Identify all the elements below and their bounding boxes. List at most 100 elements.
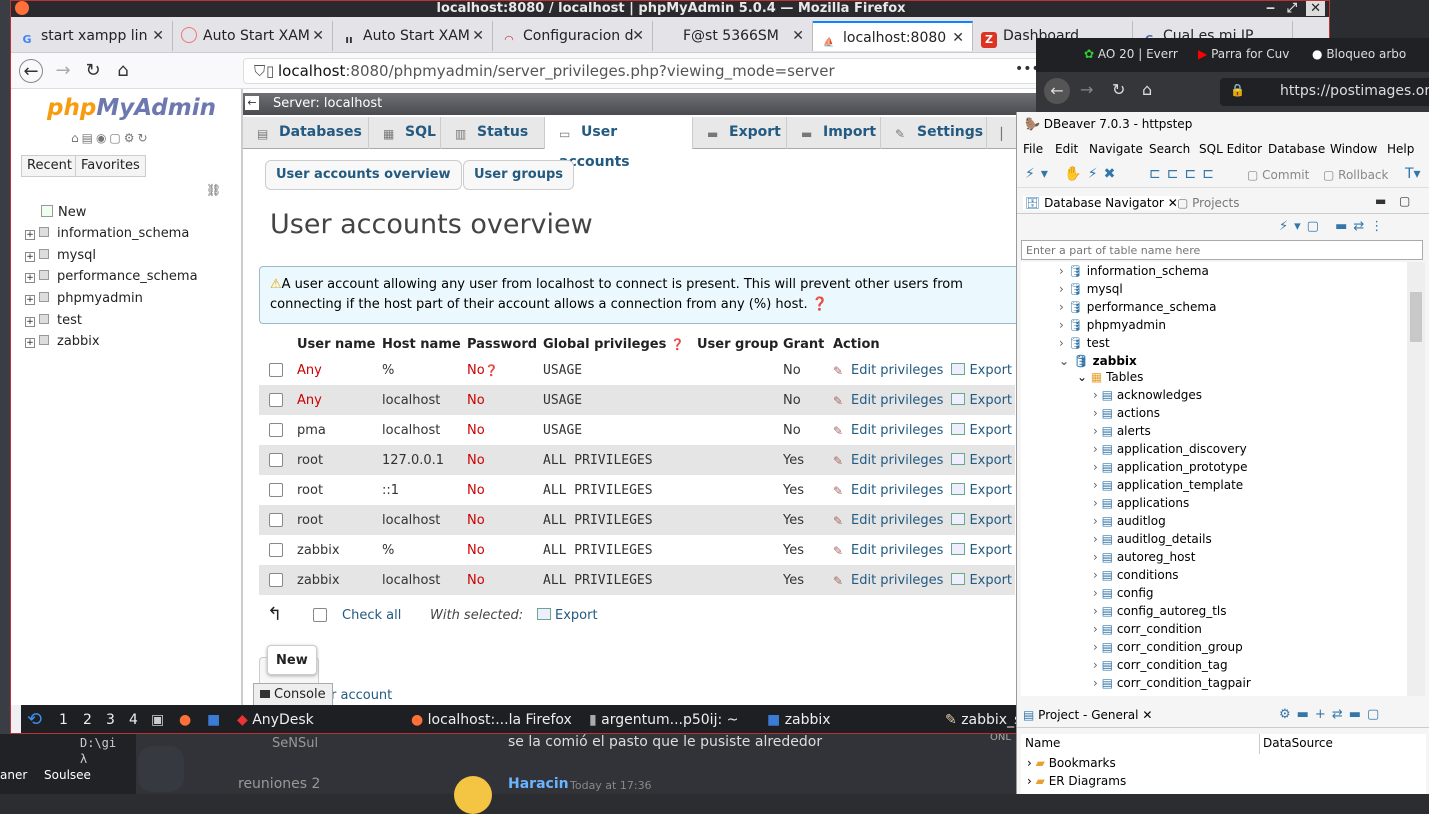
db-information-schema[interactable]: + information_schema: [25, 226, 189, 241]
expand-icon[interactable]: ›: [1093, 424, 1098, 438]
db-test[interactable]: + test: [25, 313, 82, 328]
table-alerts[interactable]: › ▤ alerts: [1093, 424, 1151, 438]
tables-folder[interactable]: ⌄ ▦ Tables: [1077, 370, 1143, 384]
add-user-account-link[interactable]: er account: [323, 688, 392, 703]
project-actions-icons[interactable]: ⚙▬+⇄▬▢: [1279, 707, 1385, 722]
table-auditlog-details[interactable]: › ▤ auditlog_details: [1093, 532, 1212, 546]
chrome-tab-ao20[interactable]: ✿ AO 20 | Everr: [1084, 47, 1178, 61]
table-corr-condition-tag[interactable]: › ▤ corr_condition_tag: [1093, 658, 1228, 672]
row-checkbox[interactable]: [269, 423, 283, 437]
folder-icon[interactable]: [138, 746, 184, 792]
export-user-link[interactable]: Export: [943, 572, 1012, 588]
maximize-icon[interactable]: ⤢: [1287, 1, 1297, 16]
expand-icon[interactable]: +: [25, 295, 35, 305]
edit-privileges-link[interactable]: ✎ Edit privileges: [833, 573, 943, 588]
taskbar-zabbix-file[interactable]: ✎ zabbix_s: [945, 705, 1021, 733]
expand-icon[interactable]: ›: [1093, 586, 1098, 600]
folder-launcher-icon[interactable]: ■: [207, 705, 220, 733]
row-checkbox[interactable]: [269, 483, 283, 497]
expand-icon[interactable]: +: [25, 230, 35, 240]
favorites-button[interactable]: Favorites: [75, 155, 146, 177]
table-auditlog[interactable]: › ▤ auditlog: [1093, 514, 1166, 528]
col-datasource[interactable]: DataSource: [1263, 736, 1333, 750]
edit-privileges-link[interactable]: ✎ Edit privileges: [833, 543, 943, 558]
taskbar-terminal[interactable]: ▮ argentum...p50ij: ~: [589, 705, 738, 733]
expand-icon[interactable]: ›: [1093, 442, 1098, 456]
schema-performance-schema[interactable]: › 🛢 performance_schema: [1059, 300, 1216, 314]
chrome-reload-icon[interactable]: ↻: [1112, 80, 1125, 99]
expand-icon[interactable]: ›: [1059, 282, 1064, 296]
expand-icon[interactable]: ›: [1093, 460, 1098, 474]
menu-file[interactable]: File: [1023, 142, 1043, 156]
menu-window[interactable]: Window: [1330, 142, 1377, 156]
navigator-scrollbar[interactable]: [1407, 262, 1425, 696]
export-user-link[interactable]: Export: [943, 452, 1012, 468]
expand-icon[interactable]: ›: [1093, 640, 1098, 654]
edit-privileges-link[interactable]: ✎ Edit privileges: [833, 393, 943, 408]
pma-quick-icons[interactable]: ⌂▤◉▢⚙↻: [71, 131, 151, 145]
chrome-home-icon[interactable]: ⌂: [1142, 80, 1152, 99]
tab-close-icon[interactable]: ✕: [952, 23, 964, 51]
expand-icon[interactable]: ›: [1093, 496, 1098, 510]
url-bar[interactable]: ⛉ ▯ localhost:8080/phpmyadmin/server_pri…: [243, 58, 1043, 84]
expand-icon[interactable]: ›: [1093, 604, 1098, 618]
collapse-icon[interactable]: ⌄: [1059, 354, 1069, 368]
commit-button[interactable]: ▢ Commit: [1247, 168, 1309, 182]
navigator-actions-icons[interactable]: ⚡▾▢ ▬⇄⋮: [1279, 219, 1389, 234]
close-icon[interactable]: ✕: [1142, 708, 1152, 722]
rollback-button[interactable]: ▢ Rollback: [1323, 168, 1388, 182]
tab-close-icon[interactable]: ✕: [792, 21, 804, 51]
row-checkbox[interactable]: [269, 453, 283, 467]
expand-icon[interactable]: ›: [1093, 478, 1098, 492]
export-user-link[interactable]: Export: [943, 392, 1012, 408]
expand-icon[interactable]: ›: [1093, 658, 1098, 672]
help-icon[interactable]: ❓: [671, 338, 685, 351]
schema-zabbix[interactable]: ⌄ 🛢 zabbix: [1059, 354, 1137, 368]
table-config[interactable]: › ▤ config: [1093, 586, 1154, 600]
export-user-link[interactable]: Export: [943, 422, 1012, 438]
taskbar-firefox[interactable]: ● localhost:...la Firefox: [411, 705, 572, 733]
export-user-link[interactable]: Export: [943, 362, 1012, 378]
table-corr-condition-tagpair[interactable]: › ▤ corr_condition_tagpair: [1093, 676, 1251, 690]
expand-icon[interactable]: +: [25, 317, 35, 327]
db-zabbix[interactable]: + zabbix: [25, 334, 100, 349]
project-item-bookmarks[interactable]: › ▰ Bookmarks: [1027, 756, 1116, 770]
expand-icon[interactable]: ›: [1093, 550, 1098, 564]
tab-projects[interactable]: ▢ Projects: [1177, 196, 1239, 210]
expand-icon[interactable]: ›: [1093, 622, 1098, 636]
tab-export[interactable]: ▬ Export: [693, 117, 787, 149]
col-host-name[interactable]: Host name: [378, 333, 463, 355]
tab-fast[interactable]: F@st 5366SM ✕: [653, 21, 813, 51]
start-menu-icon[interactable]: ⟲: [27, 705, 42, 733]
db-new[interactable]: New: [41, 205, 86, 220]
pma-logo[interactable]: phpMyAdmin: [47, 95, 216, 121]
menu-help[interactable]: Help: [1387, 142, 1414, 156]
menu-navigate[interactable]: Navigate: [1089, 142, 1143, 156]
tab-close-icon[interactable]: ✕: [312, 21, 324, 51]
expand-icon[interactable]: ›: [1059, 336, 1064, 350]
edit-privileges-link[interactable]: ✎ Edit privileges: [833, 483, 943, 498]
tab-databases[interactable]: ▤ Databases: [243, 117, 369, 149]
help-icon[interactable]: ❓: [485, 364, 499, 377]
row-checkbox[interactable]: [269, 513, 283, 527]
maximize-view-icon[interactable]: ▢: [1399, 194, 1410, 208]
tab-status[interactable]: ▥ Status: [441, 117, 545, 149]
row-checkbox[interactable]: [269, 393, 283, 407]
menu-edit[interactable]: Edit: [1055, 142, 1078, 156]
row-checkbox[interactable]: [269, 363, 283, 377]
table-application-template[interactable]: › ▤ application_template: [1093, 478, 1243, 492]
expand-icon[interactable]: ›: [1093, 388, 1098, 402]
tab-close-icon[interactable]: ✕: [632, 21, 644, 51]
db-mysql[interactable]: + mysql: [25, 248, 96, 263]
check-all-link[interactable]: Check all: [342, 608, 401, 623]
db-phpmyadmin[interactable]: + phpmyadmin: [25, 291, 143, 306]
tab-database-navigator[interactable]: 🗄 Database Navigator ✕: [1023, 196, 1180, 210]
table-conditions[interactable]: › ▤ conditions: [1093, 568, 1179, 582]
menu-sql-editor[interactable]: SQL Editor: [1199, 142, 1262, 156]
back-icon[interactable]: ←: [19, 59, 43, 83]
expand-icon[interactable]: +: [25, 252, 35, 262]
firefox-launcher-icon[interactable]: ●: [179, 705, 191, 733]
schema-information-schema[interactable]: › 🛢 information_schema: [1059, 264, 1209, 278]
home-icon[interactable]: ⌂: [111, 59, 135, 83]
minimize-view-icon[interactable]: ▬: [1375, 194, 1386, 208]
